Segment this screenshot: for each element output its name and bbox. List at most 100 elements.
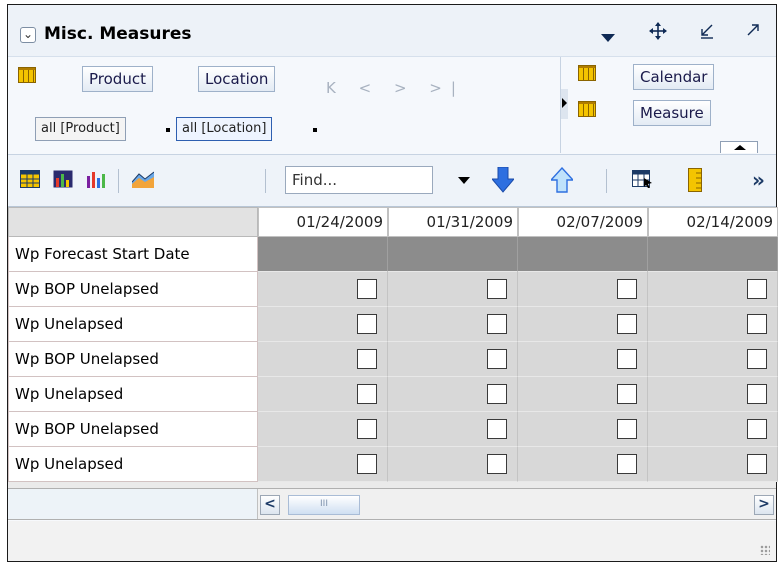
chevron-down-icon[interactable] <box>601 27 615 48</box>
checkbox[interactable] <box>617 279 637 299</box>
collapse-dimensions-button[interactable] <box>720 141 758 153</box>
checkbox-cell[interactable] <box>258 342 388 377</box>
checkbox[interactable] <box>617 419 637 439</box>
toolbar: » <box>8 155 776 207</box>
checkbox[interactable] <box>617 314 637 334</box>
date-cell <box>648 237 778 272</box>
checkbox[interactable] <box>747 349 767 369</box>
measure-grid-icon <box>578 101 596 117</box>
scroll-left-button[interactable]: < <box>260 495 280 515</box>
checkbox-cell[interactable] <box>518 307 648 342</box>
row-dimensions: Product Location K < > >| all [Product] … <box>8 57 561 153</box>
panel-title: Misc. Measures <box>44 24 192 44</box>
data-grid: 01/24/2009 01/31/2009 02/07/2009 02/14/2009… <box>8 207 778 488</box>
separator-dot <box>166 128 170 132</box>
checkbox-cell[interactable] <box>648 342 778 377</box>
table-export-icon[interactable] <box>632 170 652 190</box>
checkbox-cell[interactable] <box>388 307 518 342</box>
column-header[interactable]: 02/14/2009 <box>648 207 778 237</box>
ruler-icon[interactable] <box>688 168 708 192</box>
checkbox-cell[interactable] <box>518 342 648 377</box>
hierarchy-nav-arrows[interactable]: K < > >| <box>326 79 465 97</box>
row-grid-icon <box>18 67 36 83</box>
checkbox-cell[interactable] <box>258 377 388 412</box>
checkbox-cell[interactable] <box>258 412 388 447</box>
bar-chart-icon[interactable] <box>86 170 106 190</box>
measure-tile[interactable]: Measure <box>633 100 711 126</box>
checkbox-cell[interactable] <box>518 412 648 447</box>
checkbox[interactable] <box>487 349 507 369</box>
checkbox[interactable] <box>487 279 507 299</box>
find-input[interactable] <box>285 166 433 194</box>
checkbox[interactable] <box>357 419 377 439</box>
checkbox-cell[interactable] <box>648 307 778 342</box>
checkbox[interactable] <box>487 314 507 334</box>
checkbox[interactable] <box>357 314 377 334</box>
calendar-tile[interactable]: Calendar <box>633 64 715 90</box>
checkbox-cell[interactable] <box>518 377 648 412</box>
grid-view-icon[interactable] <box>20 170 40 190</box>
move-icon[interactable] <box>648 21 668 46</box>
product-selection-chip[interactable]: all [Product] <box>35 117 126 141</box>
checkbox[interactable] <box>487 454 507 474</box>
column-header[interactable]: 01/24/2009 <box>258 207 388 237</box>
scroll-right-button[interactable]: > <box>754 495 774 515</box>
checkbox[interactable] <box>747 384 767 404</box>
misc-measures-panel: ⌄ Misc. Measures Product Location K < > … <box>7 4 778 562</box>
checkbox-cell[interactable] <box>388 412 518 447</box>
row-header: Wp BOP Unelapsed <box>8 272 258 307</box>
date-cell <box>518 237 648 272</box>
checkbox[interactable] <box>617 454 637 474</box>
resize-grip-icon[interactable] <box>760 545 770 555</box>
toolbar-separator <box>606 169 607 193</box>
checkbox-cell[interactable] <box>388 377 518 412</box>
checkbox[interactable] <box>747 314 767 334</box>
row-header-scroll-pane <box>8 489 258 519</box>
scroll-down-icon[interactable] <box>490 166 516 193</box>
location-selection-chip[interactable]: all [Location] <box>176 117 273 141</box>
checkbox-cell[interactable] <box>388 342 518 377</box>
location-tile[interactable]: Location <box>198 66 276 92</box>
checkbox-cell[interactable] <box>258 307 388 342</box>
maximize-icon[interactable] <box>744 21 762 44</box>
checkbox[interactable] <box>617 384 637 404</box>
minimize-icon[interactable] <box>698 21 716 44</box>
date-cell <box>388 237 518 272</box>
splitter-handle[interactable] <box>561 89 568 119</box>
column-header[interactable]: 01/31/2009 <box>388 207 518 237</box>
checkbox-cell[interactable] <box>518 447 648 482</box>
find-options-icon[interactable] <box>458 177 470 184</box>
checkbox-cell[interactable] <box>388 272 518 307</box>
column-dimensions: Calendar Measure <box>568 57 776 153</box>
checkbox-cell[interactable] <box>648 377 778 412</box>
toolbar-separator <box>265 169 266 193</box>
checkbox[interactable] <box>357 279 377 299</box>
checkbox[interactable] <box>747 279 767 299</box>
checkbox[interactable] <box>617 349 637 369</box>
checkbox[interactable] <box>487 419 507 439</box>
dimension-area: Product Location K < > >| all [Product] … <box>8 57 776 155</box>
checkbox-cell[interactable] <box>648 412 778 447</box>
checkbox-cell[interactable] <box>648 272 778 307</box>
checkbox[interactable] <box>357 384 377 404</box>
checkbox[interactable] <box>747 419 767 439</box>
checkbox-cell[interactable] <box>388 447 518 482</box>
column-header[interactable]: 02/07/2009 <box>518 207 648 237</box>
scrollbar-thumb[interactable]: III <box>288 495 360 515</box>
scroll-up-icon[interactable] <box>549 166 575 193</box>
checkbox[interactable] <box>487 384 507 404</box>
overflow-icon[interactable]: » <box>752 168 772 192</box>
checkbox[interactable] <box>747 454 767 474</box>
checkbox[interactable] <box>357 454 377 474</box>
checkbox-cell[interactable] <box>648 447 778 482</box>
collapse-icon[interactable]: ⌄ <box>20 27 36 43</box>
checkbox-cell[interactable] <box>518 272 648 307</box>
product-tile[interactable]: Product <box>82 66 153 92</box>
checkbox-cell[interactable] <box>258 272 388 307</box>
area-chart-icon[interactable] <box>131 170 155 190</box>
checkbox-cell[interactable] <box>258 447 388 482</box>
row-header: Wp Unelapsed <box>8 307 258 342</box>
separator-dot <box>313 128 317 132</box>
chart-grid-icon[interactable] <box>53 170 73 190</box>
checkbox[interactable] <box>357 349 377 369</box>
